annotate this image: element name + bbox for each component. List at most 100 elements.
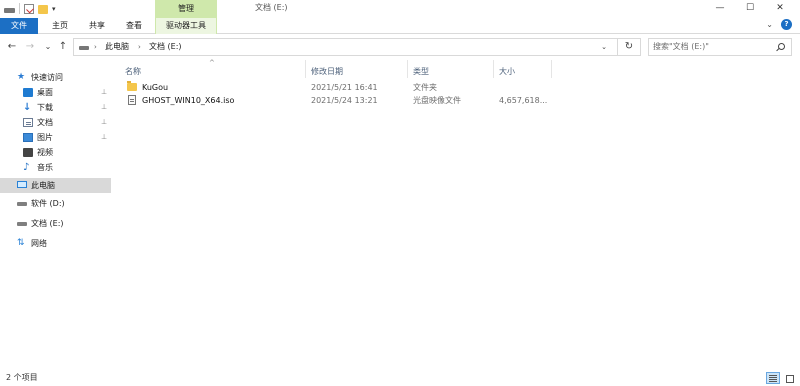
pin-icon[interactable]: ⊥ [101,100,107,115]
sidebar-item-quick-access[interactable]: ★ 快速访问 [0,70,111,85]
window-title: 文档 (E:) [255,3,288,12]
search-icon[interactable] [778,43,785,50]
expand-ribbon-icon[interactable]: ⌄ [766,20,773,29]
drive-icon [17,222,27,226]
sort-ascending-icon: ^ [209,59,215,67]
tab-manage[interactable]: 管理 [155,0,217,18]
file-modified: 2021/5/21 16:41 [311,83,378,92]
breadcrumb-drive-e[interactable]: 文档 (E:) [149,39,182,55]
file-type: 文件夹 [413,83,437,92]
address-dropdown-button[interactable]: ⌄ [598,39,610,55]
breadcrumb-separator[interactable]: › [94,39,97,55]
star-icon: ★ [17,72,26,82]
breadcrumb-this-pc[interactable]: 此电脑 [105,39,129,55]
sidebar-item-desktop[interactable]: 桌面 ⊥ [0,85,111,100]
tab-home[interactable]: 主页 [45,18,75,34]
file-type: 光盘映像文件 [413,96,461,105]
drive-icon[interactable] [4,7,15,13]
pin-icon[interactable]: ⊥ [101,85,107,100]
sidebar-item-documents[interactable]: 文档 ⊥ [0,115,111,130]
sidebar-item-label: 视频 [37,148,53,157]
help-icon[interactable]: ? [781,19,792,30]
sidebar-item-label: 文档 (E:) [31,219,64,228]
minimize-button[interactable]: — [704,0,736,18]
recent-locations-button[interactable]: ⌄ [42,39,54,55]
drive-icon [79,46,89,50]
tab-drive-tools[interactable]: 驱动器工具 [155,18,217,34]
address-row: ← → ⌄ ↑ › 此电脑 › 文档 (E:) ⌄ ↻ 搜索"文档 (E:)" [0,35,800,59]
divider [19,3,20,14]
document-icon [23,118,33,127]
folder-icon [127,81,137,91]
details-view-button[interactable] [766,372,780,384]
sidebar-item-music[interactable]: ♪ 音乐 [0,160,111,175]
divider [617,39,618,55]
video-icon [23,148,33,157]
pc-icon [17,181,27,188]
sidebar-item-label: 快速访问 [31,73,63,82]
sidebar-item-drive-e[interactable]: 文档 (E:) [0,216,111,231]
forward-button[interactable]: → [24,39,36,55]
large-icons-view-button[interactable] [782,372,796,384]
properties-icon[interactable] [24,3,34,14]
refresh-button[interactable]: ↻ [622,39,636,55]
customize-toolbar-icon[interactable]: ▾ [52,4,59,14]
tab-view[interactable]: 查看 [119,18,149,34]
up-button[interactable]: ↑ [57,39,69,55]
title-bar: ▾ 管理 文档 (E:) — ☐ ✕ [0,0,800,18]
search-placeholder: 搜索"文档 (E:)" [653,42,709,51]
sidebar-item-label: 软件 (D:) [31,199,65,208]
sidebar-item-label: 音乐 [37,163,53,172]
column-divider[interactable] [305,60,306,78]
sidebar-item-label: 下载 [37,103,53,112]
search-input[interactable]: 搜索"文档 (E:)" [648,38,792,56]
table-row[interactable]: GHOST_WIN10_X64.iso 2021/5/24 13:21 光盘映像… [125,94,575,107]
file-list: ^ 名称 修改日期 类型 大小 KuGou 2021/5/21 16:41 文件… [111,59,800,370]
sidebar-item-network[interactable]: ⇅ 网络 [0,236,111,251]
breadcrumb-separator[interactable]: › [138,39,141,55]
address-bar[interactable]: › 此电脑 › 文档 (E:) ⌄ ↻ [73,38,641,56]
new-folder-icon[interactable] [38,4,48,14]
sidebar-item-downloads[interactable]: ↓ 下载 ⊥ [0,100,111,115]
sidebar-item-label: 桌面 [37,88,53,97]
sidebar-item-label: 此电脑 [31,181,55,190]
drive-icon [17,202,27,206]
tab-file[interactable]: 文件 [0,18,38,34]
item-count: 2 个项目 [6,373,38,382]
navigation-pane: ★ 快速访问 桌面 ⊥ ↓ 下载 ⊥ 文档 ⊥ 图片 ⊥ 视频 ♪ 音乐 此电脑… [0,60,111,370]
tab-share[interactable]: 共享 [82,18,112,34]
download-icon: ↓ [23,102,32,113]
status-bar: 2 个项目 [0,370,800,386]
back-button[interactable]: ← [6,39,18,55]
pin-icon[interactable]: ⊥ [101,130,107,145]
quick-access-toolbar: ▾ [4,3,59,14]
sidebar-item-label: 网络 [31,239,47,248]
file-name: KuGou [142,83,169,92]
iso-file-icon [128,95,136,105]
sidebar-item-pictures[interactable]: 图片 ⊥ [0,130,111,145]
file-name: GHOST_WIN10_X64.iso [142,96,235,105]
sidebar-item-label: 图片 [37,133,53,142]
column-divider[interactable] [407,60,408,78]
network-icon: ⇅ [17,238,25,248]
sidebar-item-this-pc[interactable]: 此电脑 [0,178,111,193]
file-modified: 2021/5/24 13:21 [311,96,378,105]
column-header-type[interactable]: 类型 [413,66,429,78]
column-header-size[interactable]: 大小 [499,66,515,78]
sidebar-item-label: 文档 [37,118,53,127]
picture-icon [23,133,33,142]
sidebar-item-drive-d[interactable]: 软件 (D:) [0,196,111,211]
file-size: 4,657,618... [499,96,548,105]
pin-icon[interactable]: ⊥ [101,115,107,130]
table-row[interactable]: KuGou 2021/5/21 16:41 文件夹 [125,81,575,94]
ribbon-tabs: 文件 主页 共享 查看 驱动器工具 ⌄ ? [0,18,800,34]
maximize-button[interactable]: ☐ [734,0,766,18]
column-header-name[interactable]: 名称 [125,66,141,78]
column-divider[interactable] [493,60,494,78]
music-icon: ♪ [23,162,30,173]
sidebar-item-videos[interactable]: 视频 [0,145,111,160]
desktop-icon [23,88,33,97]
column-header-modified[interactable]: 修改日期 [311,66,343,78]
close-button[interactable]: ✕ [764,0,796,18]
column-divider[interactable] [551,60,552,78]
